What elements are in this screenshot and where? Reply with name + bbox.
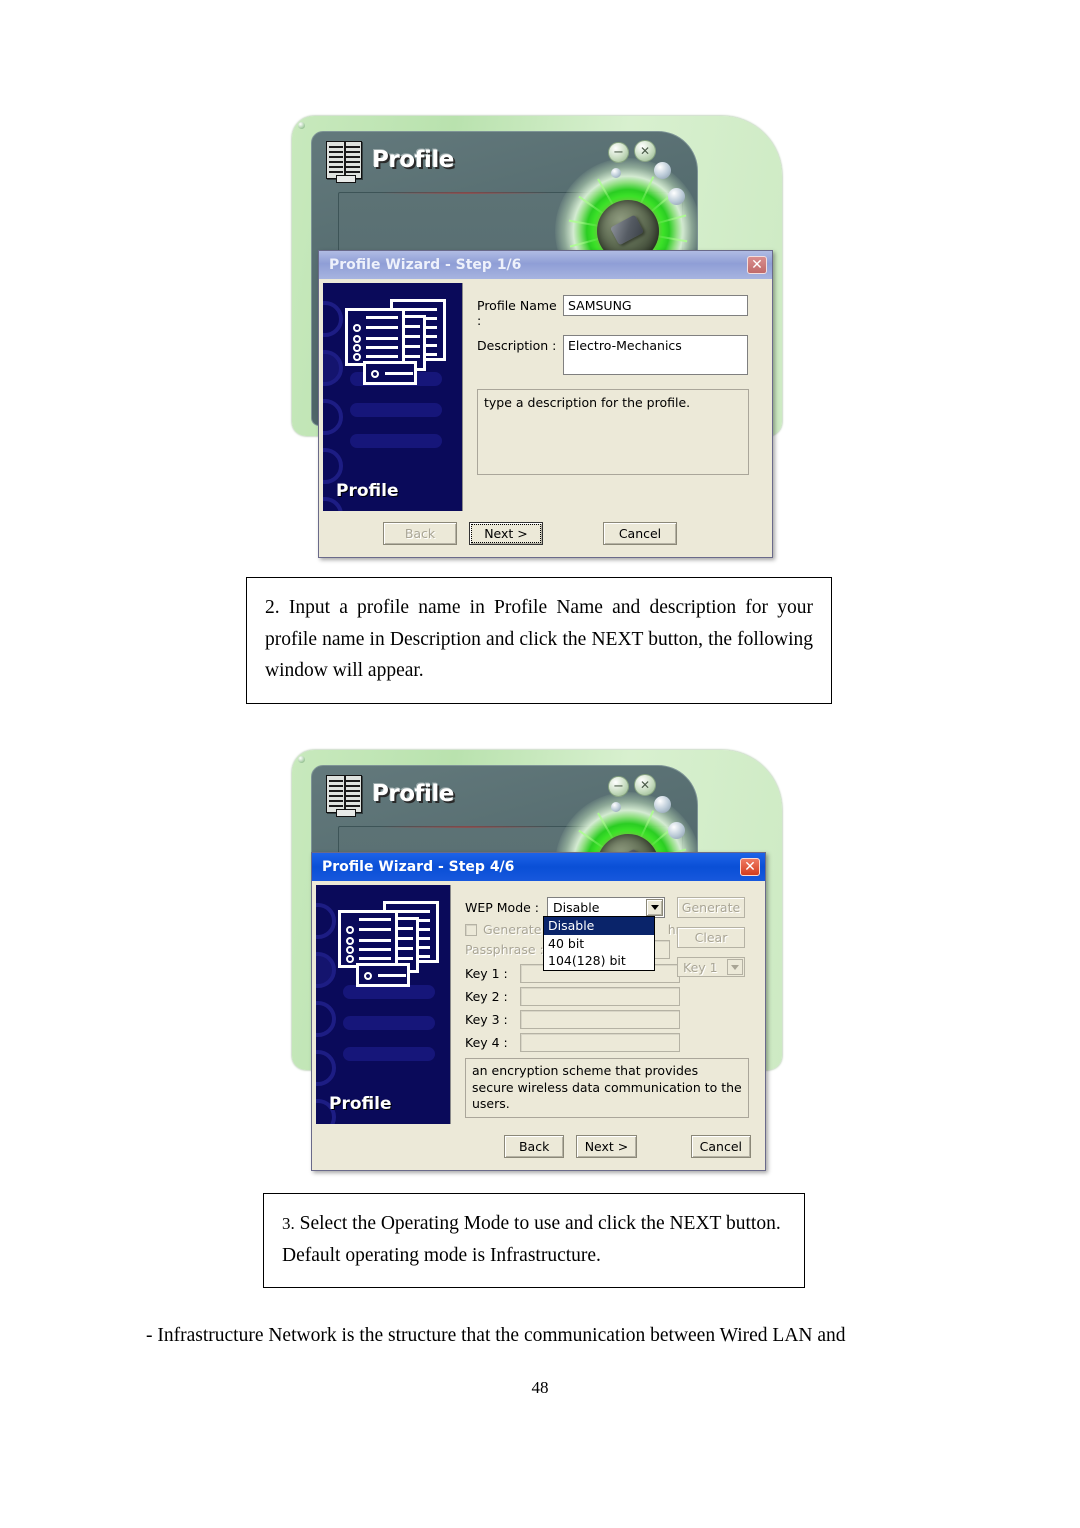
minimize-icon[interactable]: − <box>608 776 629 797</box>
sidebar-label: Profile <box>329 1093 392 1114</box>
chevron-down-icon <box>727 959 743 975</box>
close-icon[interactable]: ✕ <box>634 774 656 796</box>
profile-list-icon <box>326 141 362 183</box>
instruction-step3-number: 3. <box>282 1214 295 1233</box>
key4-input <box>520 1033 680 1052</box>
cancel-button[interactable]: Cancel <box>690 1134 751 1158</box>
next-button[interactable]: Next > <box>469 522 543 545</box>
wep-mode-option-104bit[interactable]: 104(128) bit <box>544 952 654 970</box>
profile-name-label: Profile Name : <box>477 298 557 328</box>
decorative-dot <box>668 822 685 839</box>
key-row: Key 3 : <box>465 1010 749 1029</box>
help-text-box: type a description for the profile. <box>477 389 749 475</box>
profile-wizard-step4-dialog: Profile Wizard - Step 4/6 ✕ Profile WEP … <box>311 852 766 1171</box>
wep-mode-selected-value: Disable <box>553 900 600 915</box>
instruction-box-step3: 3. Select the Operating Mode to use and … <box>263 1193 805 1289</box>
close-icon[interactable]: ✕ <box>747 256 767 274</box>
sidebar-rings-decoration <box>316 903 336 1124</box>
closing-paragraph: - Infrastructure Network is the structur… <box>146 1325 846 1346</box>
close-icon[interactable]: ✕ <box>740 858 760 876</box>
sidebar-rings-decoration <box>323 301 343 511</box>
clear-button: Clear <box>677 927 745 948</box>
back-button: Back <box>383 522 457 545</box>
app-window-title: Profile <box>372 781 454 807</box>
description-input[interactable]: Electro-Mechanics <box>563 335 748 375</box>
wep-mode-dropdown-list[interactable]: Disable 40 bit 104(128) bit <box>543 916 655 971</box>
instruction-text-step2: 2. Input a profile name in Profile Name … <box>265 597 813 682</box>
instruction-step3-line1: Select the Operating Mode to use and cli… <box>294 1213 781 1234</box>
wizard-step1-footer: Back Next > Cancel <box>319 511 772 557</box>
profile-documents-icon <box>338 901 442 999</box>
key2-input <box>520 987 680 1006</box>
decorative-dot <box>654 796 671 813</box>
key4-label: Key 4 : <box>465 1035 508 1050</box>
decorative-dot <box>654 162 671 179</box>
generate-button: Generate <box>677 897 745 918</box>
key1-label: Key 1 : <box>465 966 508 981</box>
wep-mode-option-disable[interactable]: Disable <box>544 917 654 935</box>
generate-wep-keys-checkbox[interactable] <box>465 923 477 936</box>
instruction-step3-line2: Default operating mode is Infrastructure… <box>282 1244 601 1266</box>
chevron-down-icon[interactable] <box>646 899 664 916</box>
minimize-icon[interactable]: − <box>608 142 629 163</box>
key2-label: Key 2 : <box>465 989 508 1004</box>
cancel-button[interactable]: Cancel <box>603 522 677 545</box>
key-row: Key 4 : <box>465 1033 749 1052</box>
wep-mode-label: WEP Mode : <box>465 900 540 915</box>
profile-documents-icon <box>345 299 449 397</box>
page-number: 48 <box>531 1378 549 1397</box>
next-button[interactable]: Next > <box>576 1134 637 1158</box>
profile-name-row: Profile Name : SAMSUNG <box>477 295 756 328</box>
wizard-title-bar: Profile Wizard - Step 1/6 ✕ <box>319 251 772 279</box>
wizard-title-text: Profile Wizard - Step 4/6 <box>322 859 515 875</box>
default-key-select: Key 1 <box>677 957 745 977</box>
close-icon[interactable]: ✕ <box>634 140 656 162</box>
description-row: Description : Electro-Mechanics <box>477 335 756 375</box>
wizard-title-bar: Profile Wizard - Step 4/6 ✕ <box>312 853 765 881</box>
decorative-dot <box>611 802 621 812</box>
wizard-title-text: Profile Wizard - Step 1/6 <box>329 257 522 273</box>
app-window-title: Profile <box>372 147 454 173</box>
key3-label: Key 3 : <box>465 1012 508 1027</box>
profile-wizard-step1-dialog: Profile Wizard - Step 1/6 ✕ Profile Prof… <box>318 250 773 558</box>
app-window-header: Profile <box>326 775 454 817</box>
instruction-line-1: 3. Select the Operating Mode to use and … <box>282 1208 786 1240</box>
profile-name-input[interactable]: SAMSUNG <box>563 295 748 316</box>
wizard-step4-form: WEP Mode : Disable Generate W hrase Pass… <box>451 885 761 1124</box>
wizard-step4-footer: Back Next > Cancel <box>312 1123 765 1170</box>
app-window-header: Profile <box>326 141 454 183</box>
decorative-dot <box>611 168 621 178</box>
wizard-sidebar: Profile <box>323 283 463 511</box>
profile-list-icon <box>326 775 362 817</box>
instruction-box-step2: 2. Input a profile name in Profile Name … <box>246 577 832 704</box>
wep-actions-column: Generate Clear Key 1 <box>677 897 749 986</box>
back-button[interactable]: Back <box>504 1134 565 1158</box>
wep-description-box: an encryption scheme that provides secur… <box>465 1058 749 1118</box>
wep-mode-select[interactable]: Disable <box>547 897 666 918</box>
wizard-step1-form: Profile Name : SAMSUNG Description : Ele… <box>463 283 768 511</box>
key-row: Key 2 : <box>465 987 749 1006</box>
sidebar-label: Profile <box>336 481 399 501</box>
decorative-dot <box>668 188 685 205</box>
description-label: Description : <box>477 338 557 353</box>
default-key-value: Key 1 <box>683 959 718 975</box>
wizard-sidebar: Profile <box>316 885 451 1124</box>
key3-input <box>520 1010 680 1029</box>
wep-mode-option-40bit[interactable]: 40 bit <box>544 935 654 953</box>
passphrase-label: Passphrase : <box>465 942 544 957</box>
